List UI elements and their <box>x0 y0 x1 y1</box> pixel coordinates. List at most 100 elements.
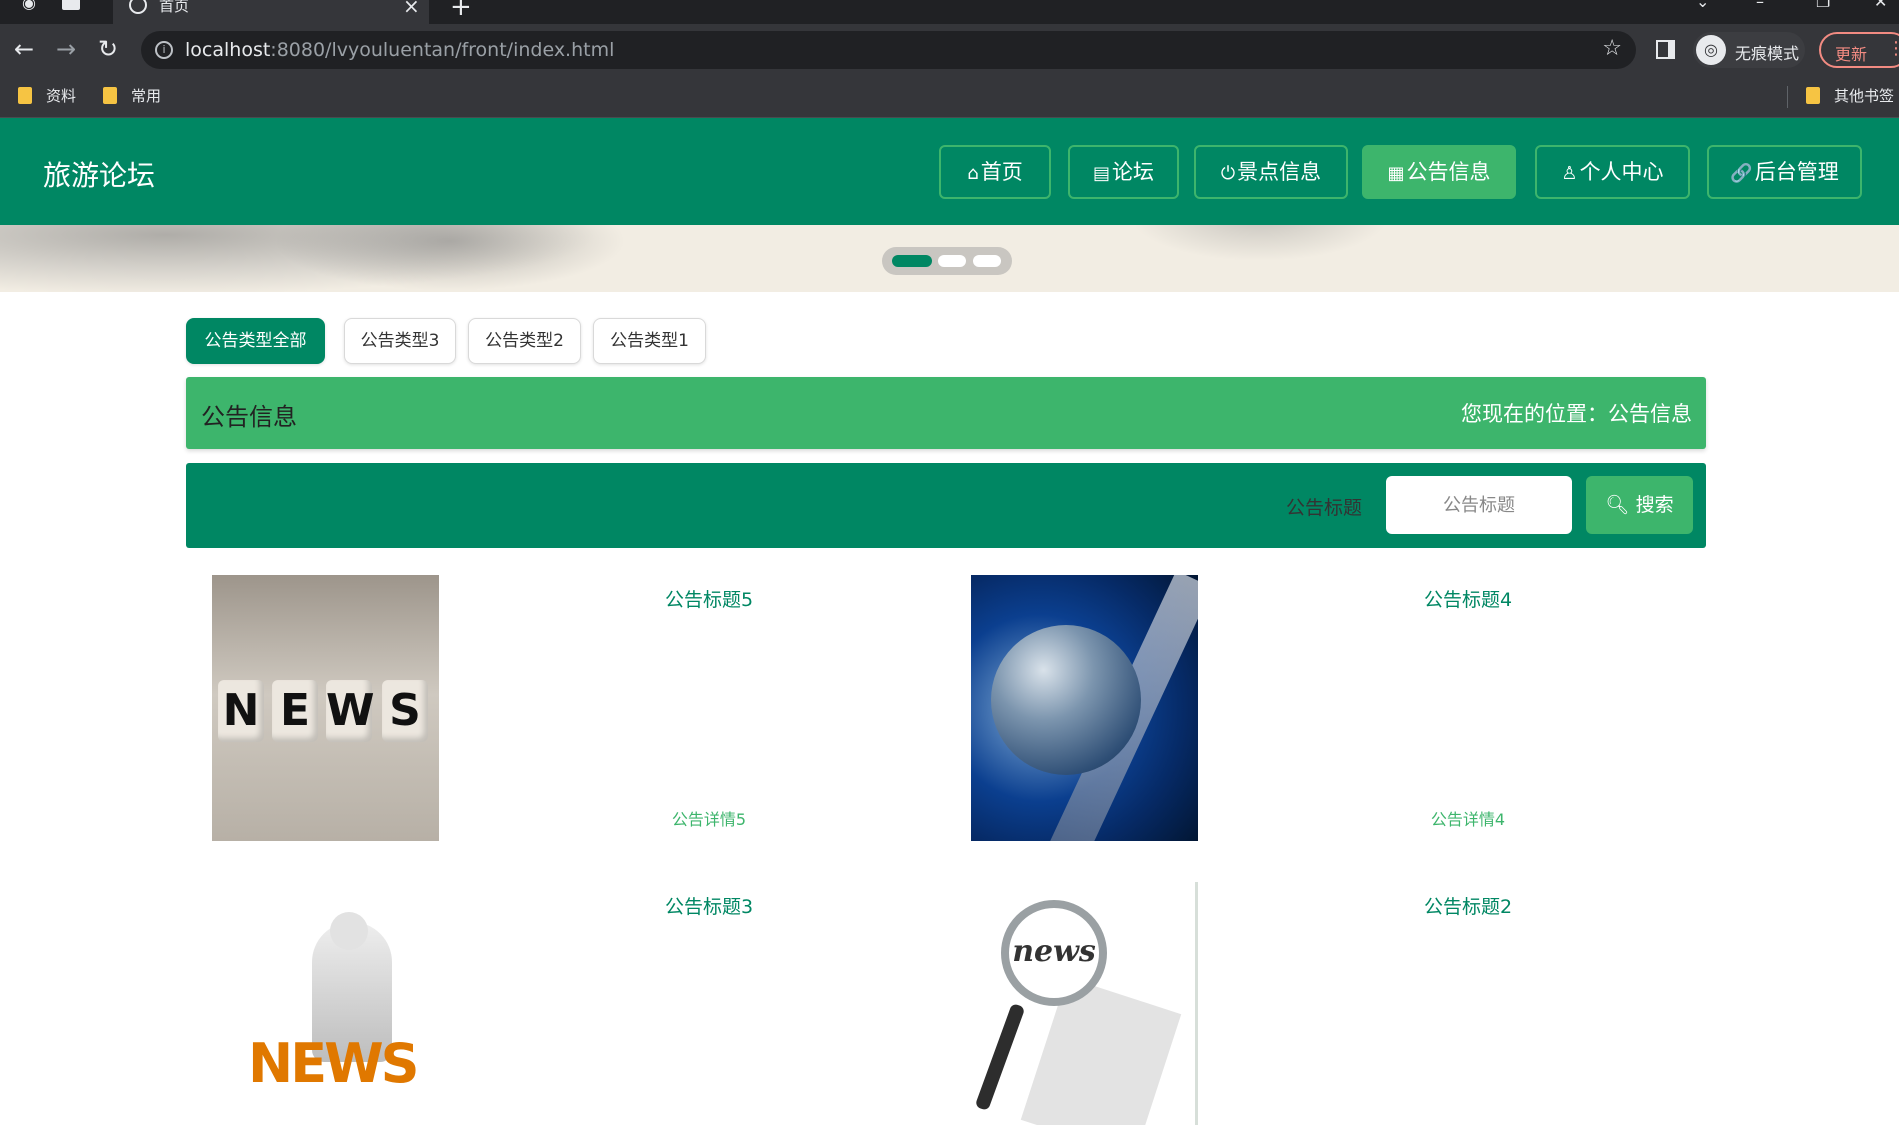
notice-title[interactable]: 公告标题4 <box>1198 585 1738 612</box>
forward-arrow-icon[interactable]: → <box>56 36 76 62</box>
new-tab-icon[interactable]: + <box>450 0 472 22</box>
search-button-label: 搜索 <box>1635 494 1674 516</box>
carousel-dot-3[interactable] <box>973 255 1001 267</box>
breadcrumb-location: 您现在的位置：公告信息 <box>1461 402 1692 426</box>
chevron-down-icon[interactable]: ⌄ <box>1696 0 1709 11</box>
ink-painting <box>260 225 640 292</box>
magnifier-handle <box>974 1002 1026 1112</box>
nav-scenic-label: 景点信息 <box>1237 160 1322 184</box>
tab-title: 首页 <box>159 0 190 15</box>
nav-scenic-spots[interactable]: ⏻景点信息 <box>1194 145 1348 199</box>
bookmarks-bar: 资料 常用 其他书签 <box>0 76 1899 118</box>
news-word: NEWS <box>248 1032 420 1095</box>
url-text: localhost:8080/lvyouluentan/front/index.… <box>185 39 614 61</box>
magnifier-lens: news <box>1001 900 1107 1006</box>
site-info-icon[interactable]: i <box>155 41 173 59</box>
user-icon: ♙ <box>1561 163 1578 184</box>
search-button[interactable]: 🔍︎ 搜索 <box>1586 476 1693 534</box>
back-arrow-icon[interactable]: ← <box>14 36 34 62</box>
nav-forum[interactable]: ▤论坛 <box>1068 145 1179 199</box>
browser-tab-active[interactable]: 首页 × <box>113 0 429 24</box>
notice-title[interactable]: 公告标题3 <box>439 892 979 919</box>
nav-user-center[interactable]: ♙个人中心 <box>1535 145 1690 199</box>
bookmark-folder-1[interactable]: 资料 <box>18 84 76 108</box>
incognito-indicator[interactable]: ◎ 无痕模式 <box>1693 32 1805 68</box>
globe-icon <box>129 0 147 14</box>
forum-icon: ▤ <box>1092 163 1110 184</box>
site-header: 旅游论坛 ⌂首页 ▤论坛 ⏻景点信息 ▦公告信息 ♙个人中心 🔗后台管理 <box>0 118 1899 225</box>
search-icon: 🔍︎ <box>1605 494 1630 516</box>
minimize-icon[interactable]: – <box>1756 0 1764 11</box>
notice-card[interactable]: N E W S 公告标题5 公告详情5 <box>186 563 936 843</box>
update-label: 更新 <box>1835 45 1868 64</box>
site-brand[interactable]: 旅游论坛 <box>43 154 155 194</box>
notice-card[interactable]: news 公告标题2 <box>945 870 1695 1125</box>
magnifier-image[interactable]: news <box>971 882 1198 1125</box>
bookmark-star-icon[interactable]: ☆ <box>1602 36 1622 61</box>
search-bar: 公告标题 🔍︎ 搜索 <box>186 463 1706 548</box>
globe-image[interactable] <box>971 575 1198 841</box>
news-cube: S <box>382 680 428 742</box>
nav-admin[interactable]: 🔗后台管理 <box>1707 145 1862 199</box>
nav-admin-label: 后台管理 <box>1754 160 1839 184</box>
close-window-icon[interactable]: ✕ <box>1874 0 1887 11</box>
carousel-indicators <box>882 247 1012 275</box>
browser-tab-strip: ◉ 首页 × + ⌄ – ❐ ✕ <box>0 0 1899 24</box>
folder-icon <box>18 87 32 104</box>
address-bar[interactable]: i localhost:8080/lvyouluentan/front/inde… <box>141 31 1636 69</box>
tab-search-icon[interactable] <box>62 0 80 10</box>
folder-icon <box>1806 87 1820 104</box>
reading-man-image[interactable]: NEWS <box>212 882 439 1125</box>
carousel-dot-2[interactable] <box>938 255 966 267</box>
nav-notices-label: 公告信息 <box>1406 160 1491 184</box>
notice-title[interactable]: 公告标题2 <box>1198 892 1738 919</box>
reload-icon[interactable]: ↻ <box>98 36 118 62</box>
nav-forum-label: 论坛 <box>1112 160 1154 184</box>
bookmark-folder-2[interactable]: 常用 <box>103 84 161 108</box>
nav-home-label: 首页 <box>980 160 1023 184</box>
link-icon: 🔗 <box>1730 163 1753 184</box>
other-bookmarks-label: 其他书签 <box>1834 87 1895 105</box>
nav-notices[interactable]: ▦公告信息 <box>1362 145 1516 199</box>
home-icon: ⌂ <box>967 163 979 184</box>
restore-icon[interactable]: ❐ <box>1816 0 1830 11</box>
nav-home[interactable]: ⌂首页 <box>939 145 1051 199</box>
menu-dots-icon[interactable]: ⋮ <box>1887 38 1899 59</box>
bookmark-label: 资料 <box>46 87 77 105</box>
incognito-icon: ◎ <box>1696 35 1726 65</box>
section-title: 公告信息 <box>201 403 297 431</box>
banner-carousel <box>0 225 1899 292</box>
nav-user-label: 个人中心 <box>1579 160 1664 184</box>
url-path: :8080/lvyouluentan/front/index.html <box>270 39 615 61</box>
notice-card[interactable]: 公告标题4 公告详情4 <box>945 563 1695 843</box>
type-tab-2[interactable]: 公告类型2 <box>468 318 581 364</box>
bookmarks-divider <box>1787 86 1788 108</box>
url-host: localhost <box>185 39 271 61</box>
figure-head <box>330 912 368 950</box>
ink-painting <box>1120 225 1400 265</box>
news-cube: E <box>272 680 318 742</box>
search-label: 公告标题 <box>1286 497 1363 519</box>
section-title-bar: 公告信息 您现在的位置：公告信息 <box>186 377 1706 449</box>
chrome-icon[interactable]: ◉ <box>22 0 36 14</box>
notice-detail[interactable]: 公告详情5 <box>439 806 979 830</box>
power-icon: ⏻ <box>1220 163 1236 184</box>
notice-detail[interactable]: 公告详情4 <box>1198 806 1738 830</box>
notice-card[interactable]: NEWS 公告标题3 <box>186 870 936 1125</box>
globe-sphere <box>991 625 1141 775</box>
side-panel-icon[interactable] <box>1656 40 1675 59</box>
type-tab-1[interactable]: 公告类型1 <box>593 318 706 364</box>
search-input[interactable] <box>1386 476 1572 534</box>
other-bookmarks[interactable]: 其他书签 <box>1806 84 1894 108</box>
carousel-dot-1[interactable] <box>892 255 932 267</box>
notice-title[interactable]: 公告标题5 <box>439 585 979 612</box>
news-cube: W <box>326 680 375 742</box>
news-cubes-image[interactable]: N E W S <box>212 575 439 841</box>
type-tab-all[interactable]: 公告类型全部 <box>186 318 325 364</box>
close-tab-icon[interactable]: × <box>403 0 420 18</box>
news-cube: N <box>218 680 264 742</box>
incognito-label: 无痕模式 <box>1735 44 1800 63</box>
type-tab-3[interactable]: 公告类型3 <box>344 318 456 364</box>
update-button[interactable]: 更新 ⋮ <box>1819 32 1899 68</box>
grid-icon: ▦ <box>1387 163 1405 184</box>
